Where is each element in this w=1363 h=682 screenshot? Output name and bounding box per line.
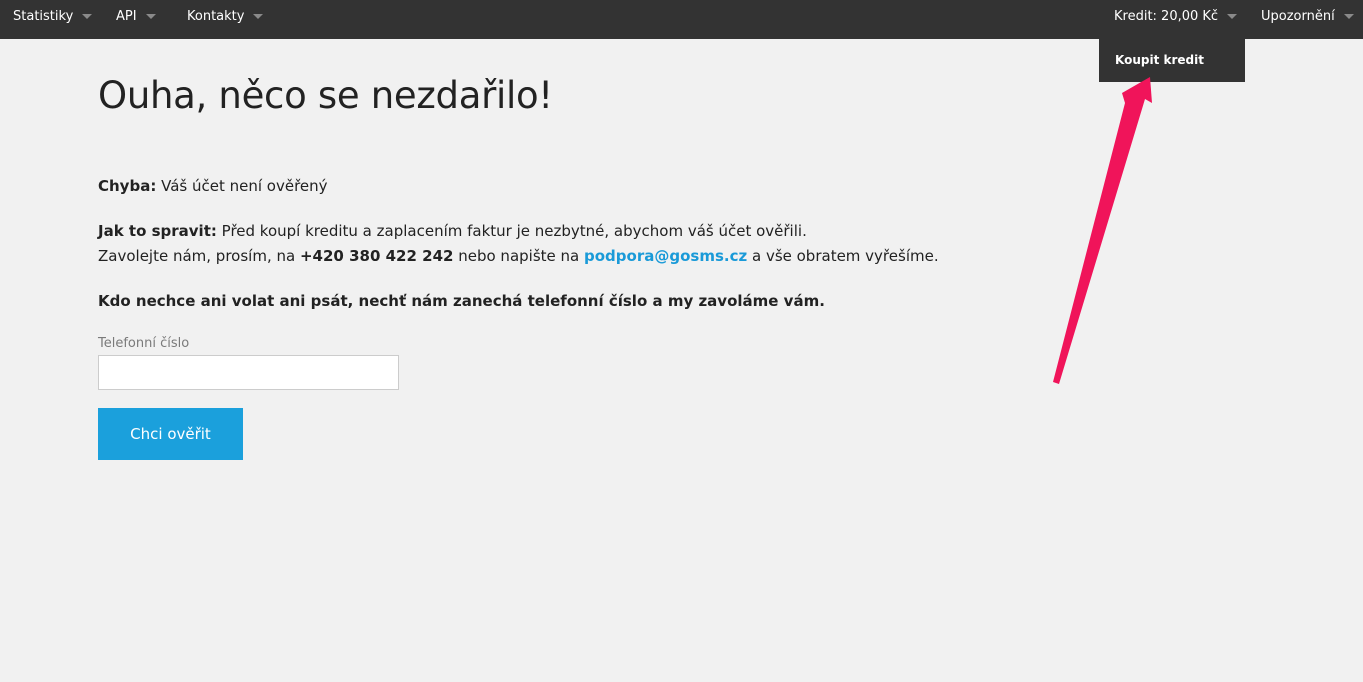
nav-item-label: Statistiky [13,8,74,24]
fix-text: Před koupí kreditu a zaplacením faktur j… [221,222,807,240]
nav-item-label: Kontakty [187,8,245,24]
contact-suffix: a vše obratem vyřešíme. [751,247,939,265]
chevron-down-icon [253,14,264,19]
fix-instructions: Jak to spravit: Před koupí kreditu a zap… [98,219,939,269]
credit-dropdown-menu: Koupit kredit [1099,39,1245,82]
error-message: Chyba: Váš účet není ověřený [98,174,328,199]
phone-field-label: Telefonní číslo [98,336,190,351]
callback-text: Kdo nechce ani volat ani psát, nechť nám… [98,292,825,310]
chevron-down-icon [1343,14,1354,19]
nav-item-api[interactable]: API [116,0,156,32]
nav-item-credit[interactable]: Kredit: 20,00 Kč [1114,0,1238,32]
error-label: Chyba: [98,177,157,195]
page-title: Ouha, něco se nezdařilo! [98,74,553,117]
nav-item-notifications[interactable]: Upozornění [1261,0,1354,32]
nav-item-label: Upozornění [1261,8,1335,24]
chevron-down-icon [1227,14,1238,19]
support-email-link[interactable]: podpora@gosms.cz [584,247,747,265]
phone-number-input[interactable] [98,355,399,390]
chevron-down-icon [82,14,93,19]
contact-prefix: Zavolejte nám, prosím, na [98,247,296,265]
menu-item-buy-credit[interactable]: Koupit kredit [1115,53,1204,67]
verify-submit-button[interactable]: Chci ověřit [98,408,243,460]
chevron-down-icon [145,14,156,19]
contact-middle: nebo napište na [458,247,580,265]
fix-label: Jak to spravit: [98,222,217,240]
nav-item-kontakty[interactable]: Kontakty [187,0,264,32]
callback-info: Kdo nechce ani volat ani psát, nechť nám… [98,289,825,314]
credit-balance-label: Kredit: 20,00 Kč [1114,8,1219,24]
error-text: Váš účet není ověřený [161,177,328,195]
top-navigation-bar: Statistiky API Kontakty Kredit: 20,00 Kč… [0,0,1363,39]
nav-item-label: API [116,8,137,24]
support-phone: +420 380 422 242 [299,247,454,265]
annotation-arrow-icon [1053,77,1152,384]
nav-item-statistiky[interactable]: Statistiky [13,0,93,32]
